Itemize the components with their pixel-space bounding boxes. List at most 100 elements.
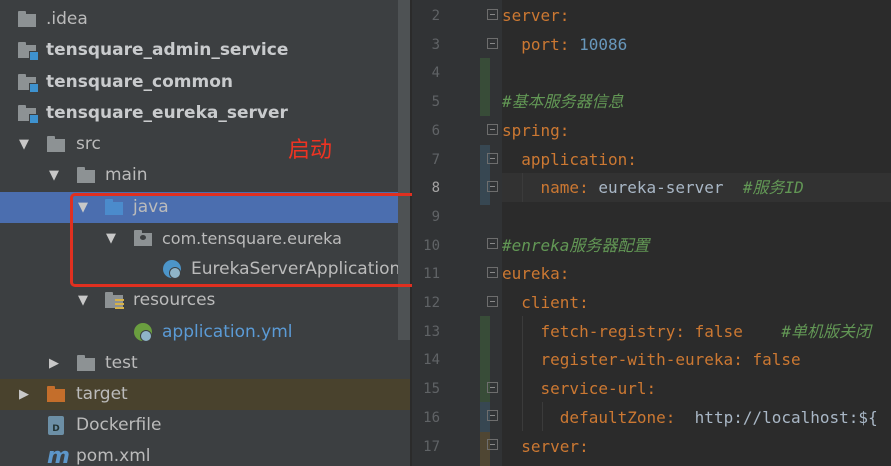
fold-icon[interactable] <box>487 267 498 278</box>
line-number: 9 <box>431 208 440 225</box>
chevron-down-icon[interactable]: ▼ <box>74 285 92 316</box>
tree-item-dockerfile[interactable]: D Dockerfile <box>0 410 398 441</box>
code-comment: #服务ID <box>742 178 804 198</box>
tree-scrollbar[interactable] <box>398 0 410 340</box>
chevron-right-icon[interactable]: ▶ <box>45 348 63 379</box>
code-token: false <box>694 321 743 341</box>
fold-icon[interactable] <box>487 124 498 135</box>
code-line: defaultZone: http://localhost:${ <box>502 404 878 433</box>
fold-icon[interactable] <box>487 38 498 49</box>
line-number: 2 <box>431 8 440 24</box>
line-number: 7 <box>431 151 440 168</box>
code-token: defaultZone <box>502 407 666 427</box>
code-token: false <box>752 350 801 370</box>
fold-icon[interactable] <box>487 410 498 421</box>
tree-item-tensquare-eureka-server[interactable]: tensquare_eureka_server <box>0 98 398 129</box>
code-comment: #单机版关闭 <box>742 321 871 341</box>
code-token: client <box>502 293 580 312</box>
code-line: #基本服务器信息 <box>502 88 624 117</box>
code-line: server: <box>502 433 589 462</box>
line-number: 4 <box>431 65 440 82</box>
code-token: : <box>579 436 589 456</box>
code-line: application: <box>502 146 637 175</box>
code-token: : <box>559 34 580 54</box>
tree-item-main[interactable]: ▼ main <box>0 160 398 191</box>
code-token: eureka <box>502 264 560 284</box>
code-line: eureka: <box>502 260 569 289</box>
code-token: : <box>627 149 637 169</box>
excluded-folder-icon <box>47 386 67 403</box>
code-token: : <box>579 178 599 198</box>
chevron-right-icon[interactable]: ▶ <box>15 379 33 410</box>
tree-item-idea[interactable]: .idea <box>0 4 398 35</box>
fold-icon[interactable] <box>487 439 498 450</box>
code-token: fetch-registry <box>502 321 676 341</box>
code-token: : <box>675 321 695 341</box>
code-comment: #基本服务器信息 <box>502 92 624 112</box>
fold-icon[interactable] <box>487 382 498 393</box>
code-token: application <box>502 149 628 169</box>
code-token: : <box>733 350 753 370</box>
line-number: 11 <box>423 266 440 283</box>
code-token: server <box>502 436 580 456</box>
code-token: : <box>559 120 570 140</box>
tree-item-tensquare-admin-service[interactable]: tensquare_admin_service <box>0 35 398 66</box>
code-token: server <box>502 6 560 25</box>
code-token: port <box>502 34 560 54</box>
resources-folder-icon <box>105 292 125 309</box>
chevron-down-icon[interactable]: ▼ <box>15 129 33 160</box>
tree-item-application-yml[interactable]: application.yml <box>0 317 398 348</box>
code-line: name: eureka-server #服务ID <box>502 174 804 203</box>
line-number: 12 <box>423 295 440 311</box>
code-token: eureka-server <box>598 178 743 198</box>
fold-icon[interactable] <box>487 153 498 164</box>
line-number: 17 <box>423 438 440 455</box>
code-line: service-url: <box>502 375 657 404</box>
code-token: 10086 <box>579 34 628 54</box>
line-number: 15 <box>423 381 440 398</box>
highlight-box <box>70 193 422 287</box>
code-token: spring <box>502 120 560 140</box>
tree-item-src[interactable]: ▼ src <box>0 129 398 160</box>
code-comment: #enreka服务器配置 <box>502 235 650 255</box>
tree-item-target[interactable]: ▶ target <box>0 379 410 410</box>
folder-icon <box>47 136 67 153</box>
line-number: 5 <box>431 94 440 111</box>
folder-icon <box>18 11 38 28</box>
line-number: 14 <box>423 352 440 369</box>
fold-icon[interactable] <box>487 181 498 192</box>
line-number: 13 <box>423 323 440 340</box>
chevron-down-icon[interactable]: ▼ <box>45 160 63 191</box>
change-marker <box>480 58 490 116</box>
code-token: service-url <box>502 379 647 399</box>
code-token: : <box>665 407 695 427</box>
code-token: : <box>579 293 589 312</box>
spring-yml-icon <box>134 323 154 342</box>
line-number: 10 <box>423 237 440 254</box>
code-line: port: 10086 <box>502 31 627 60</box>
tree-item-resources[interactable]: ▼ resources <box>0 285 398 316</box>
module-folder-icon <box>18 105 39 124</box>
fold-icon[interactable] <box>487 296 498 307</box>
maven-pom-icon: m <box>47 444 70 466</box>
folder-icon <box>77 167 97 184</box>
code-token: name <box>502 178 580 198</box>
code-line: client: <box>502 289 589 318</box>
line-number: 16 <box>423 409 440 426</box>
line-number: 3 <box>431 36 440 53</box>
module-folder-icon <box>18 42 39 61</box>
fold-icon[interactable] <box>487 9 498 20</box>
fold-icon[interactable] <box>487 238 498 249</box>
code-token: http://localhost:${ <box>694 407 878 427</box>
tree-item-test[interactable]: ▶ test <box>0 348 398 379</box>
line-number: 6 <box>431 122 440 139</box>
code-editor[interactable]: server: port: 10086 #基本服务器信息 spring: appli… <box>502 0 891 466</box>
tree-item-pom-xml[interactable]: m pom.xml <box>0 441 398 466</box>
tree-item-tensquare-common[interactable]: tensquare_common <box>0 67 398 98</box>
code-token: : <box>559 6 570 25</box>
code-line: fetch-registry: false #单机版关闭 <box>502 318 871 347</box>
module-folder-icon <box>18 74 39 93</box>
code-token: : <box>646 379 657 399</box>
code-line: register-with-eureka: false <box>502 346 801 375</box>
annotation-text: 启动 <box>288 138 333 163</box>
